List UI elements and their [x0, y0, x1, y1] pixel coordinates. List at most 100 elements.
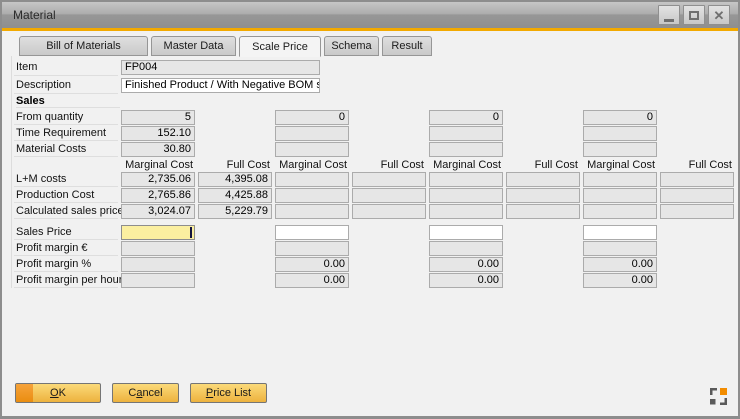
item-row: Item FP004 — [14, 58, 738, 76]
material-costs-field: 30.80 — [121, 142, 195, 157]
lm-costs-field: 2,735.06 — [121, 172, 195, 187]
lm-costs-field — [583, 172, 657, 187]
lm-costs-row: L+M costs 2,735.06 4,395.08 — [14, 171, 738, 187]
time-requirement-field: 152.10 — [121, 126, 195, 141]
column-header: Marginal Cost — [429, 159, 503, 171]
production-cost-field: 4,425.88 — [198, 188, 272, 203]
production-cost-field — [660, 188, 734, 203]
minimize-button[interactable] — [658, 5, 680, 25]
action-buttons: OK Cancel Price List — [15, 383, 267, 403]
description-label: Description — [14, 76, 118, 94]
window-controls: ✕ — [658, 5, 730, 25]
from-quantity-field: 0 — [429, 110, 503, 125]
cost-column-headers: Marginal Cost Full Cost Marginal Cost Fu… — [14, 158, 738, 171]
sales-price-input[interactable] — [583, 225, 657, 240]
time-requirement-field — [583, 126, 657, 141]
calculated-sales-price-field — [275, 204, 349, 219]
time-requirement-row: Time Requirement 152.10 — [14, 125, 738, 141]
profit-margin-per-hour-field: 0.00 — [429, 273, 503, 288]
column-header: Marginal Cost — [583, 159, 657, 171]
from-quantity-row: From quantity 5 0 0 0 — [14, 109, 738, 125]
production-cost-label: Production Cost — [14, 187, 118, 203]
profit-margin-pct-label: Profit margin % — [14, 256, 118, 272]
description-row: Description Finished Product / With Nega… — [14, 76, 738, 94]
scale-price-form: Item FP004 Description Finished Product … — [11, 56, 738, 288]
material-costs-label: Material Costs — [14, 141, 118, 157]
title-bar: Material ✕ — [2, 2, 738, 28]
material-costs-field — [583, 142, 657, 157]
column-header: Full Cost — [352, 159, 426, 171]
tab-scale-price[interactable]: Scale Price — [239, 36, 321, 57]
price-list-button[interactable]: Price List — [190, 383, 267, 403]
close-icon: ✕ — [714, 9, 725, 22]
profit-margin-eur-label: Profit margin € — [14, 240, 118, 256]
sales-price-input[interactable] — [429, 225, 503, 240]
sales-price-row: Sales Price — [14, 224, 738, 240]
tab-bar: Bill of Materials Master Data Scale Pric… — [19, 36, 738, 56]
production-cost-field — [583, 188, 657, 203]
tab-master-data[interactable]: Master Data — [151, 36, 236, 56]
calculated-sales-price-label: Calculated sales price — [14, 203, 118, 219]
close-button[interactable]: ✕ — [708, 5, 730, 25]
sales-price-input[interactable] — [121, 225, 195, 240]
item-label: Item — [14, 58, 118, 76]
sales-price-label: Sales Price — [14, 224, 118, 240]
cancel-button[interactable]: Cancel — [112, 383, 179, 403]
production-cost-row: Production Cost 2,765.86 4,425.88 — [14, 187, 738, 203]
profit-margin-pct-field: 0.00 — [583, 257, 657, 272]
profit-margin-eur-field — [275, 241, 349, 256]
time-requirement-field — [429, 126, 503, 141]
default-button-marker — [16, 384, 33, 402]
profit-margin-pct-row: Profit margin % 0.00 0.00 0.00 — [14, 256, 738, 272]
item-field: FP004 — [121, 60, 320, 75]
material-costs-field — [275, 142, 349, 157]
description-field[interactable]: Finished Product / With Negative BOM sev… — [121, 78, 320, 93]
tab-schema[interactable]: Schema — [324, 36, 379, 56]
column-header: Marginal Cost — [275, 159, 349, 171]
lm-costs-field — [506, 172, 580, 187]
maximize-button[interactable] — [683, 5, 705, 25]
maximize-icon — [689, 11, 699, 20]
profit-margin-per-hour-field — [121, 273, 195, 288]
profit-margin-pct-field: 0.00 — [275, 257, 349, 272]
material-costs-row: Material Costs 30.80 — [14, 141, 738, 157]
profit-margin-per-hour-row: Profit margin per hour 0.00 0.00 0.00 — [14, 272, 738, 288]
profit-margin-eur-row: Profit margin € — [14, 240, 738, 256]
tab-bill-of-materials[interactable]: Bill of Materials — [19, 36, 148, 56]
from-quantity-label: From quantity — [14, 109, 118, 125]
form-settings-icon[interactable] — [710, 388, 727, 405]
production-cost-field — [429, 188, 503, 203]
column-header: Full Cost — [506, 159, 580, 171]
profit-margin-per-hour-label: Profit margin per hour — [14, 272, 118, 288]
production-cost-field — [506, 188, 580, 203]
lm-costs-field — [429, 172, 503, 187]
profit-margin-eur-field — [121, 241, 195, 256]
material-window: Material ✕ Bill of Materials Master Data… — [0, 0, 740, 419]
profit-margin-per-hour-field: 0.00 — [583, 273, 657, 288]
calculated-sales-price-field — [506, 204, 580, 219]
tab-result[interactable]: Result — [382, 36, 432, 56]
sales-price-input[interactable] — [275, 225, 349, 240]
calculated-sales-price-field — [583, 204, 657, 219]
calculated-sales-price-field — [429, 204, 503, 219]
profit-margin-per-hour-field: 0.00 — [275, 273, 349, 288]
from-quantity-field: 5 — [121, 110, 195, 125]
profit-margin-pct-field: 0.00 — [429, 257, 503, 272]
sales-section-title: Sales — [16, 95, 120, 108]
lm-costs-field — [660, 172, 734, 187]
calculated-sales-price-row: Calculated sales price 3,024.07 5,229.79 — [14, 203, 738, 219]
profit-margin-pct-field — [121, 257, 195, 272]
production-cost-field: 2,765.86 — [121, 188, 195, 203]
calculated-sales-price-field — [352, 204, 426, 219]
window-title: Material — [2, 8, 56, 22]
lm-costs-field — [275, 172, 349, 187]
lm-costs-field — [352, 172, 426, 187]
ok-button[interactable]: OK — [15, 383, 101, 403]
production-cost-field — [275, 188, 349, 203]
from-quantity-field: 0 — [583, 110, 657, 125]
time-requirement-label: Time Requirement — [14, 125, 118, 141]
column-header: Full Cost — [198, 159, 272, 171]
empty-header-cell — [14, 158, 118, 171]
lm-costs-label: L+M costs — [14, 171, 118, 187]
time-requirement-field — [275, 126, 349, 141]
